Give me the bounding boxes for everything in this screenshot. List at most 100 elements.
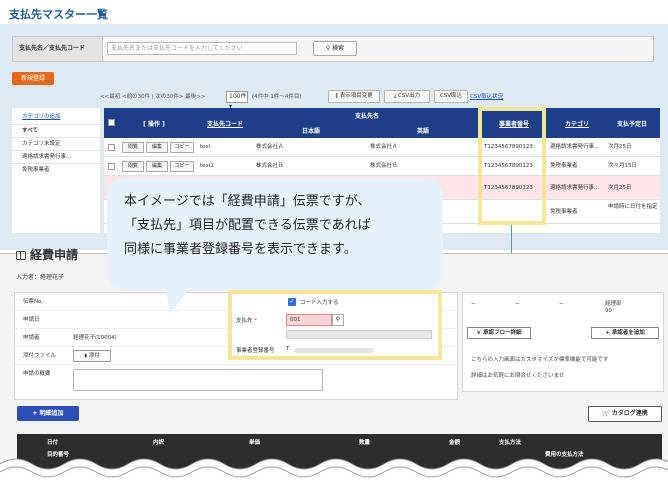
category-item-all[interactable]: すべて <box>12 124 100 137</box>
payee-label: 支払先 * <box>236 316 257 324</box>
cell-category: 免税事業者 <box>550 209 578 215</box>
plus-icon: + <box>605 330 610 336</box>
category-item-exempt[interactable]: 免税事業者 <box>12 163 100 176</box>
approval-dash: − <box>515 301 520 307</box>
pager[interactable]: <<最初 <前の30件 | 次の30件> 最後>> <box>100 91 206 104</box>
title-bar: 支払先マスター一覧 <box>0 0 668 24</box>
payee-code-input[interactable]: 001 <box>286 314 332 326</box>
detail-header-quantity: 数量 <box>359 440 371 446</box>
per-page-select[interactable]: 100件 ▾ <box>226 91 248 110</box>
code-input-checkbox[interactable]: ✓ <box>288 298 296 306</box>
csv-import-button[interactable]: CSV取込 <box>434 90 468 103</box>
search-button[interactable]: ⚲ 検索 <box>313 41 357 56</box>
view-button[interactable]: 閲覧 <box>122 142 144 153</box>
add-line-button[interactable]: + 明細追加 <box>17 406 79 421</box>
cell-category: 適格請求書発行事… <box>550 185 600 191</box>
expense-title: 経費申請 <box>16 246 78 263</box>
header-operation: [ 操作 ] <box>143 121 165 128</box>
approval-dept: 経理部 <box>605 301 622 307</box>
cell-category: 免税事業者 <box>550 163 578 169</box>
edit-button[interactable]: 編集 <box>146 161 168 172</box>
row-checkbox[interactable] <box>108 163 115 170</box>
cart-icon: 🛒 <box>602 410 610 417</box>
approval-note-2: 詳細はお気軽にお問合せくださいませ <box>471 373 565 379</box>
payee-name-field <box>286 330 432 339</box>
cell-code: test <box>200 144 211 150</box>
select-all-checkbox[interactable] <box>108 119 115 126</box>
search-icon: ⚲ <box>325 45 331 52</box>
approval-flow-label: 承認フロー詳細 <box>482 330 522 336</box>
approval-note-1: こちらの入力画面はカスタマイズが標準機能で可能です <box>471 357 609 363</box>
header-code[interactable]: 支払先コード <box>196 119 254 128</box>
reg-no-label: 事業者登録番号 <box>236 348 275 354</box>
cell-pay-date: 申請時に日付を指定 <box>608 204 658 210</box>
cell-pay-date: 次月25日 <box>608 144 632 150</box>
paperclip-icon: ◖ <box>84 353 88 359</box>
detail-header-pay-method: 支払方法 <box>499 440 522 446</box>
category-panel: カテゴリの追加 すべて カテゴリ未設定 適格請求書発行事… 免税事業者 <box>12 108 100 233</box>
columns-icon: ‖ <box>335 93 338 99</box>
detail-header-amount: 金額 <box>449 440 461 446</box>
payee-search-icon[interactable]: ⚲ <box>332 314 344 326</box>
header-category[interactable]: カテゴリ <box>550 119 604 128</box>
search-panel: 支払先名／支払先コード 支払先名または支払先コードを入力してください ⚲ 検索 <box>12 36 654 62</box>
display-change-button[interactable]: ‖ 表示項目変更 <box>328 90 380 103</box>
edit-button[interactable]: 編集 <box>146 142 168 153</box>
approval-flow-button[interactable]: ⋎ 承認フロー詳細 <box>467 327 531 339</box>
table-header: [ 操作 ] 支払先コード 支払先名 日本語 英語 事業者番号 カテゴリ 支払予… <box>104 108 660 138</box>
code-input-label: コード入力する <box>300 300 339 306</box>
cell-name-ja: 株式会社Ａ <box>256 144 284 150</box>
csv-export-label: CSV出力 <box>398 93 421 99</box>
table-row: 閲覧 編集 コピー test 株式会社Ａ 株式会社Ａ T123456789012… <box>104 138 660 157</box>
display-change-label: 表示項目変更 <box>339 93 373 99</box>
form-row-summary: 申請の概要 <box>15 365 459 397</box>
flow-icon: ⋎ <box>476 330 482 336</box>
cell-category: 適格請求書発行事… <box>550 144 600 150</box>
book-icon <box>16 251 26 260</box>
detail-header-unit-price: 単価 <box>249 440 261 446</box>
cell-code: test2 <box>200 163 215 169</box>
cell-pay-date: 次々月15日 <box>608 163 637 169</box>
required-mark: * <box>254 318 258 324</box>
reg-no-column-highlight <box>478 107 546 225</box>
search-input[interactable]: 支払先名または支払先コードを入力してください <box>107 42 297 55</box>
category-item-unset[interactable]: カテゴリ未設定 <box>12 137 100 150</box>
apply-date-label: 申請日 <box>23 317 40 323</box>
per-page-value: 100件 <box>229 93 247 100</box>
payee-label-text: 支払先 <box>236 318 253 324</box>
callout-line-1: 本イメージでは「経費申請」伝票ですが、 <box>124 194 371 209</box>
applicant-value: 経理花子(10004) <box>73 335 117 341</box>
wavy-edge <box>0 458 668 490</box>
csv-export-button[interactable]: ⤓ CSV出力 <box>384 90 430 103</box>
cell-name-en: 株式会社Ｂ <box>370 163 398 169</box>
new-register-button[interactable]: 新規登録 <box>12 72 54 85</box>
reg-no-prefix: T <box>286 346 290 352</box>
row-checkbox[interactable] <box>108 144 115 151</box>
summary-textarea[interactable] <box>73 369 323 391</box>
approval-dept-no: 99 <box>605 308 612 314</box>
callout-line-2: 「支払先」項目が配置できる伝票であれば <box>124 218 371 233</box>
copy-button[interactable]: コピー <box>170 161 194 172</box>
approval-dash: − <box>559 301 564 307</box>
catalog-button[interactable]: 🛒 カタログ連携 <box>588 406 662 422</box>
expense-title-text: 経費申請 <box>30 248 79 262</box>
search-button-label: 検索 <box>332 45 345 52</box>
category-item-invoice[interactable]: 適格請求書発行事… <box>12 150 100 163</box>
category-add-link[interactable]: カテゴリの追加 <box>12 111 100 124</box>
copy-button[interactable]: コピー <box>170 142 194 153</box>
attach-button-label: 添付 <box>88 353 100 359</box>
inputter-label: 入力者：経理花子 <box>16 274 65 281</box>
header-pay-date: 支払予定日 <box>616 121 647 128</box>
callout-text: 本イメージでは「経費申請」伝票ですが、 「支払先」項目が配置できる伝票であれば … <box>124 190 424 262</box>
add-approver-button[interactable]: + 承認者を追加 <box>591 327 659 339</box>
attach-button[interactable]: ◖ 添付 <box>73 350 111 362</box>
summary-label: 申請の概要 <box>23 371 51 377</box>
plus-icon: + <box>32 410 38 417</box>
attachment-label: 添付ファイル <box>23 353 57 359</box>
callout-tail <box>164 280 196 314</box>
page-title: 支払先マスター一覧 <box>9 8 108 21</box>
header-name-en: 英語 <box>416 128 429 135</box>
detail-header-breakdown: 内訳 <box>153 440 165 446</box>
csv-status-link[interactable]: CSV取込状況 <box>470 91 503 104</box>
view-button[interactable]: 閲覧 <box>122 161 144 172</box>
